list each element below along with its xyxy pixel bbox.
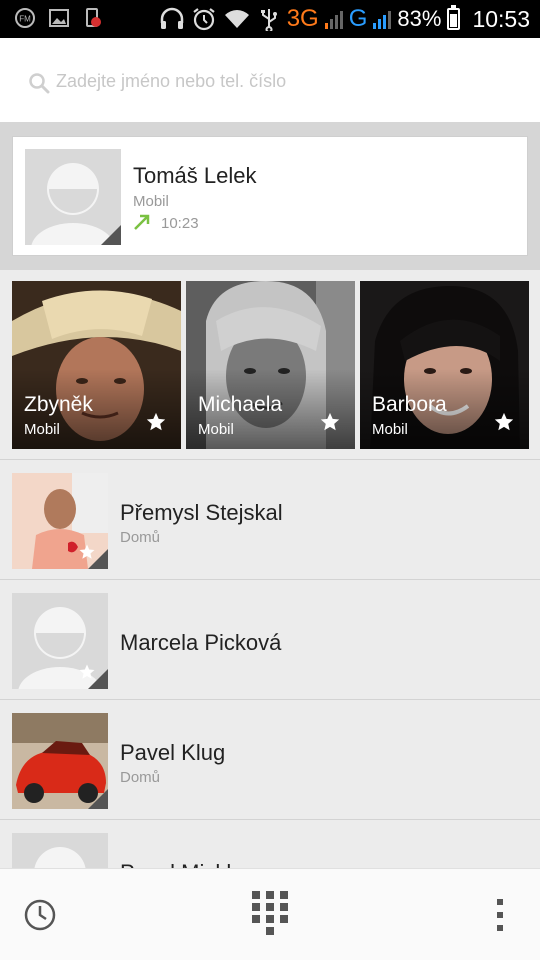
favorite-name: Barbora xyxy=(372,393,447,416)
battery-icon xyxy=(447,5,461,30)
search-input[interactable] xyxy=(56,66,496,96)
contact-name: Pavel Klug xyxy=(120,740,226,765)
status-bar: FM 3G G 83% 10:53 xyxy=(0,0,540,38)
list-item[interactable]: Marcela Picková xyxy=(0,580,540,700)
search-icon xyxy=(29,73,50,94)
favorite-tile[interactable]: Zbyněk Mobil xyxy=(12,281,181,449)
phone-notification-icon xyxy=(82,7,104,29)
star-icon[interactable] xyxy=(493,411,515,433)
network-3g-label: 3G xyxy=(286,5,319,32)
clock: 10:53 xyxy=(472,5,530,32)
contact-name: Marcela Picková xyxy=(120,630,282,655)
svg-text:FM: FM xyxy=(19,15,31,24)
network-g-label: G xyxy=(348,5,368,32)
battery-percent: 83% xyxy=(397,6,442,31)
overflow-menu-icon xyxy=(497,899,503,931)
contact-sub: Domů xyxy=(120,769,161,786)
call-history-button[interactable] xyxy=(0,869,80,960)
list-item[interactable]: Pavel Klug Domů xyxy=(0,700,540,820)
contact-name: Přemysl Stejskal xyxy=(120,500,283,525)
image-icon xyxy=(48,7,70,29)
system-status: 3G G 83% 10:53 xyxy=(159,0,530,38)
avatar[interactable] xyxy=(25,149,121,275)
star-icon[interactable] xyxy=(145,411,167,433)
favorite-type: Mobil xyxy=(24,421,60,438)
outgoing-call-arrow-icon xyxy=(134,214,150,230)
contact-sub: Domů xyxy=(120,529,161,546)
dialpad-button[interactable] xyxy=(230,869,310,960)
recent-call-time: 10:23 xyxy=(161,215,199,232)
usb-icon xyxy=(260,9,277,31)
signal-g-icon xyxy=(373,9,392,29)
avatar[interactable] xyxy=(12,473,108,569)
recent-call-name: Tomáš Lelek xyxy=(133,163,257,188)
favorite-tile[interactable]: Barbora Mobil xyxy=(360,281,529,449)
favorite-name: Zbyněk xyxy=(24,393,93,416)
signal-3g-icon xyxy=(324,9,343,29)
favorite-type: Mobil xyxy=(372,421,408,438)
headphones-icon xyxy=(160,7,183,29)
dialpad-icon xyxy=(252,891,288,935)
bottom-nav xyxy=(0,868,540,960)
avatar[interactable] xyxy=(12,593,108,689)
avatar[interactable] xyxy=(12,713,108,809)
recent-call-section: Tomáš Lelek Mobil 10:23 xyxy=(0,122,540,275)
quick-contact-corner xyxy=(88,549,108,569)
alarm-icon xyxy=(193,8,215,31)
quick-contact-corner xyxy=(88,669,108,689)
favorite-name: Michaela xyxy=(198,393,283,416)
overflow-menu-button[interactable] xyxy=(460,869,540,960)
quick-contact-corner xyxy=(88,789,108,809)
fm-radio-icon: FM xyxy=(14,7,36,29)
wifi-icon xyxy=(224,10,249,28)
recent-call-type: Mobil xyxy=(133,193,169,210)
favorite-type: Mobil xyxy=(198,421,234,438)
recent-call-card[interactable]: Tomáš Lelek Mobil 10:23 xyxy=(12,136,528,275)
star-icon[interactable] xyxy=(319,411,341,433)
notification-icons: FM xyxy=(14,7,104,29)
favorite-tile[interactable]: Michaela Mobil xyxy=(186,281,355,449)
favorites-row: Zbyněk Mobil Michaela Mobil Barbora Mobi… xyxy=(0,270,540,460)
search-bar xyxy=(0,38,540,122)
history-clock-icon xyxy=(24,899,56,931)
list-item[interactable]: Přemysl Stejskal Domů xyxy=(0,460,540,580)
